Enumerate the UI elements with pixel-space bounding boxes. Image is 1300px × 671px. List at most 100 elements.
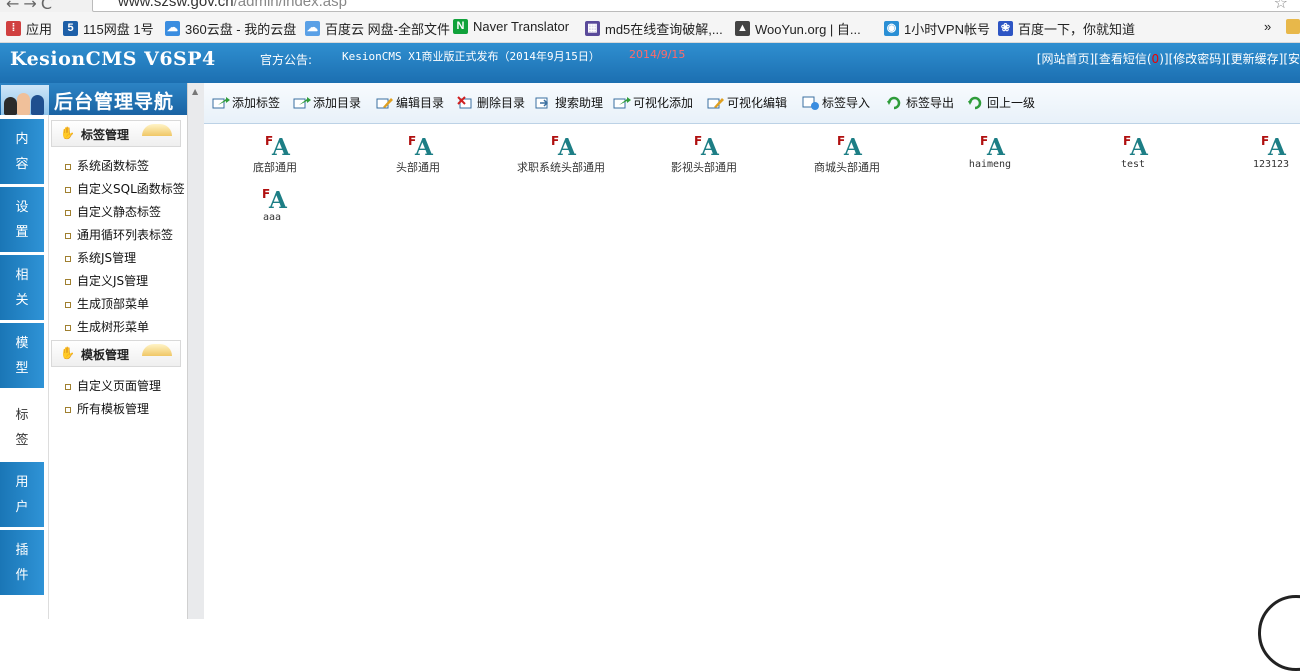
bookmark-apps[interactable]: ⁞ 应用 [6, 19, 52, 38]
visual-edit-icon [707, 97, 724, 108]
menu-item-custom-page-management[interactable]: 自定义页面管理 [65, 377, 161, 394]
sidebar-title: 后台管理导航 [54, 91, 175, 113]
import-tags-button[interactable]: 标签导入 [802, 94, 870, 111]
url-host: www.szsw.gov.cn [118, 0, 234, 10]
thumbs-up-icon: ✋ [60, 346, 75, 360]
bullet-icon [65, 255, 71, 262]
tab-users[interactable]: 用户 [0, 462, 44, 528]
visual-edit-button[interactable]: 可视化编辑 [707, 94, 787, 111]
add-folder-button[interactable]: 添加目录 [293, 94, 361, 111]
tab-content[interactable]: 内容 [0, 119, 44, 185]
bookmark-vpn[interactable]: ◉ 1小时VPN帐号 [884, 19, 990, 38]
menu-item-all-templates[interactable]: 所有模板管理 [65, 400, 149, 417]
bookmark-star-icon[interactable]: ☆ [1274, 0, 1288, 12]
delete-folder-icon [457, 95, 472, 108]
notice-link[interactable]: KesionCMS X1商业版正式发布（2014年9月15日） [342, 48, 600, 64]
bookmark-115[interactable]: 5 115网盘 1号 [63, 19, 154, 38]
add-folder-icon [293, 96, 311, 108]
update-cache-link[interactable]: [更新缓存] [1226, 52, 1283, 66]
tag-item[interactable]: FA 底部通用 [215, 130, 335, 175]
wooyun-icon: ▲ [735, 21, 750, 36]
tag-file-icon: FA [408, 134, 433, 161]
add-tag-button[interactable]: 添加标签 [212, 94, 280, 111]
tag-file-icon: FA [837, 134, 862, 161]
header-links: [网站首页][查看短信(0)][修改密码][更新缓存][安 [1037, 50, 1300, 67]
import-icon [802, 96, 819, 110]
vpn-icon: ◉ [884, 21, 899, 36]
menu-item-custom-sql-tags[interactable]: 自定义SQL函数标签 [65, 180, 185, 197]
tab-related[interactable]: 相关 [0, 255, 44, 321]
bookmark-360[interactable]: ☁ 360云盘 - 我的云盘 [165, 19, 296, 38]
tag-item[interactable]: FA 影视头部通用 [644, 130, 764, 175]
menu-item-custom-js[interactable]: 自定义JS管理 [65, 272, 148, 289]
collapse-arrow-icon[interactable]: ▲ [192, 87, 198, 96]
bookmark-wooyun[interactable]: ▲ WooYun.org | 自... [735, 19, 861, 38]
edit-folder-button[interactable]: 编辑目录 [376, 94, 444, 111]
site-home-link[interactable]: [网站首页] [1037, 52, 1094, 66]
menu-item-system-function-tags[interactable]: 系统函数标签 [65, 157, 149, 174]
tab-model[interactable]: 模型 [0, 323, 44, 389]
tag-item[interactable]: FA aaa [212, 183, 332, 223]
menu-item-custom-static-tags[interactable]: 自定义静态标签 [65, 203, 161, 220]
tag-file-icon: FA [262, 187, 287, 214]
bookmarks-more-button[interactable]: » [1264, 19, 1271, 34]
safety-link[interactable]: [安 [1283, 52, 1300, 66]
bullet-icon [65, 301, 71, 308]
view-messages-link[interactable]: [查看短信(0)] [1094, 52, 1168, 66]
back-up-icon [968, 96, 982, 109]
menu-item-system-js[interactable]: 系统JS管理 [65, 249, 136, 266]
apps-icon: ⁞ [6, 21, 21, 36]
tag-file-icon: FA [1261, 134, 1286, 161]
tag-item[interactable]: FA 商城头部通用 [787, 130, 907, 175]
sidebar-menu: ✋ 标签管理 系统函数标签 自定义SQL函数标签 自定义静态标签 通用循环列表标… [48, 115, 188, 619]
bookmark-md5[interactable]: ▦ md5在线查询破解,... [585, 19, 723, 38]
search-assistant-button[interactable]: 搜索助理 [535, 94, 603, 111]
tag-item[interactable]: FA haimeng [930, 130, 1050, 170]
change-password-link[interactable]: [修改密码] [1169, 52, 1226, 66]
tab-tags[interactable]: 标签 [0, 395, 44, 461]
toolbar: 添加标签 添加目录 编辑目录 删除目录 搜索助理 可视化添加 可视化编辑 标签导… [204, 83, 1300, 124]
delete-folder-button[interactable]: 删除目录 [457, 94, 525, 111]
bullet-icon [65, 232, 71, 239]
tag-file-icon: FA [265, 134, 290, 161]
bookmark-baidu[interactable]: ❀ 百度一下，你就知道 [998, 19, 1135, 38]
export-tags-button[interactable]: 标签导出 [886, 94, 954, 111]
bullet-icon [65, 163, 71, 170]
decorative-arc [142, 124, 172, 136]
bullet-icon [65, 186, 71, 193]
bullet-icon [65, 406, 71, 413]
group-template-management[interactable]: ✋ 模板管理 [51, 340, 181, 367]
bookmark-baidu-cloud[interactable]: ☁ 百度云 网盘-全部文件 [305, 19, 450, 38]
sidebar-title-bar: 后台管理导航 [0, 83, 187, 115]
tag-item[interactable]: FA 123123 [1180, 130, 1300, 170]
back-up-level-button[interactable]: 回上一级 [967, 94, 1035, 111]
tab-plugins[interactable]: 插件 [0, 530, 44, 596]
other-bookmarks-folder-icon[interactable] [1286, 19, 1300, 34]
admin-people-icon [1, 85, 49, 115]
tag-item[interactable]: FA 头部通用 [358, 130, 478, 175]
cloud-icon: ☁ [165, 21, 180, 36]
menu-item-loop-list-tags[interactable]: 通用循环列表标签 [65, 226, 173, 243]
sidebar-collapse-bar[interactable]: ▲ [187, 83, 205, 619]
url-field[interactable]: www.szsw.gov.cn/admin/index.asp [118, 0, 347, 10]
bookmark-naver[interactable]: N Naver Translator [453, 19, 569, 34]
group-tag-management[interactable]: ✋ 标签管理 [51, 120, 181, 147]
notice-date: 2014/9/15 [629, 48, 686, 61]
visual-add-button[interactable]: 可视化添加 [613, 94, 693, 111]
baidu-cloud-icon: ☁ [305, 21, 320, 36]
browser-address-bar: ←→C www.szsw.gov.cn/admin/index.asp ☆ [0, 0, 1300, 12]
tag-item[interactable]: FA test [1073, 130, 1193, 170]
menu-item-generate-top-menu[interactable]: 生成顶部菜单 [65, 295, 149, 312]
tag-item[interactable]: FA 求职系统头部通用 [501, 130, 621, 175]
tab-settings[interactable]: 设置 [0, 187, 44, 253]
add-tag-icon [212, 96, 230, 108]
menu-item-generate-tree-menu[interactable]: 生成树形菜单 [65, 318, 149, 335]
bullet-icon [65, 383, 71, 390]
cms-header: KesionCMS V6SP4 官方公告: KesionCMS X1商业版正式发… [0, 43, 1300, 83]
thumbs-up-icon: ✋ [60, 126, 75, 140]
search-assistant-icon [535, 97, 549, 108]
sidebar-vertical-tabs: 内容 设置 相关 模型 标签 用户 插件 [0, 115, 48, 619]
edit-folder-icon [376, 97, 393, 108]
tag-file-icon: FA [980, 134, 1005, 161]
browser-nav-icons[interactable]: ←→C [6, 0, 56, 12]
